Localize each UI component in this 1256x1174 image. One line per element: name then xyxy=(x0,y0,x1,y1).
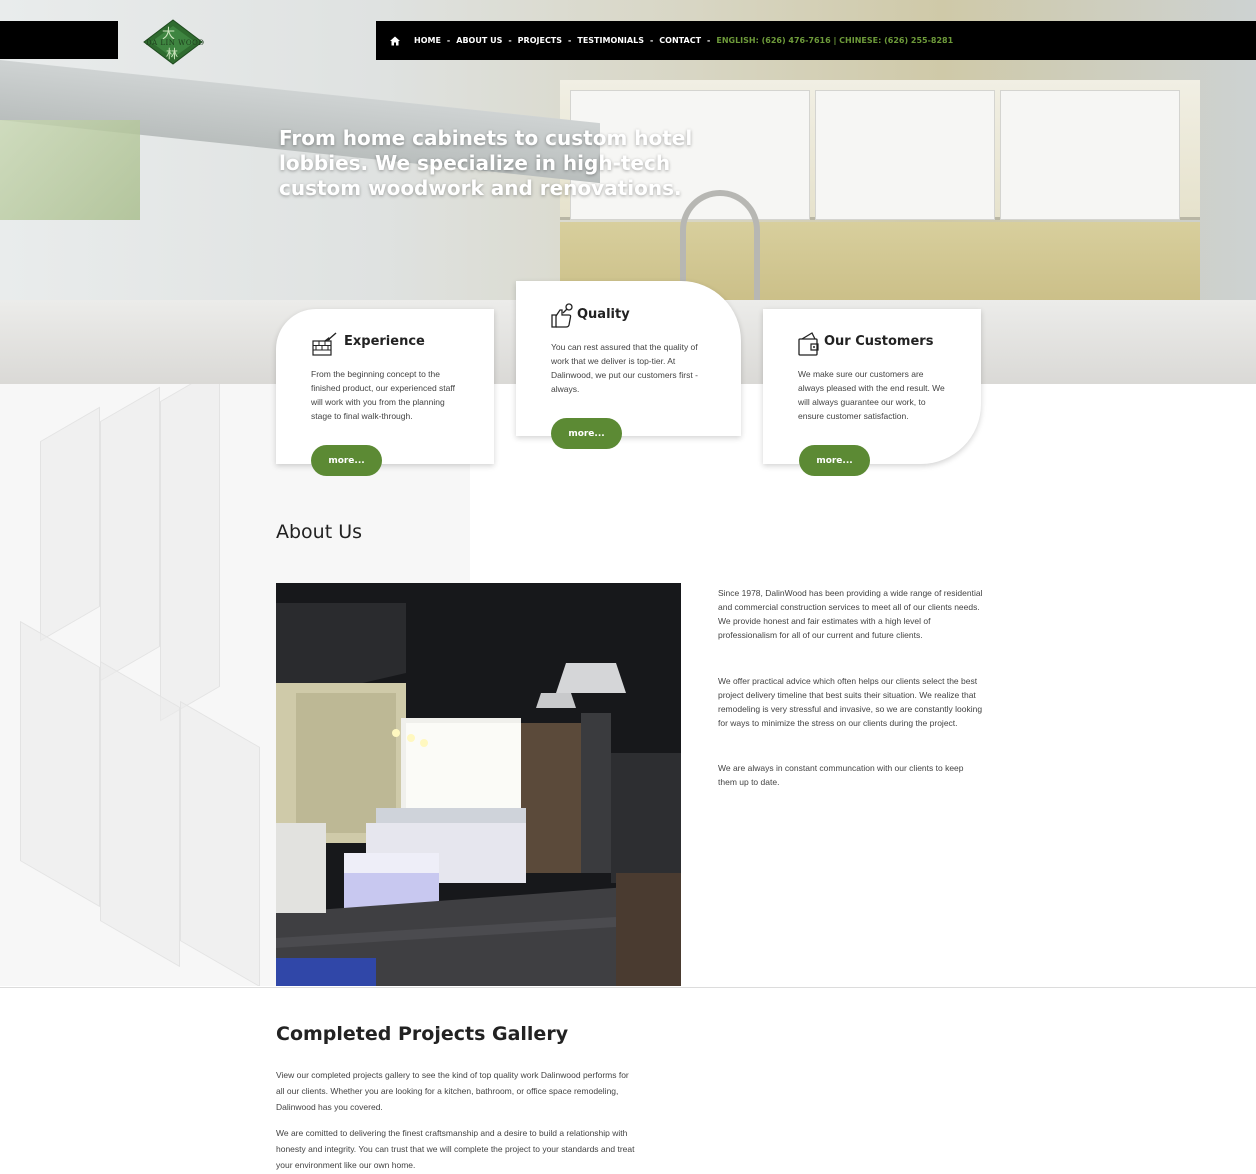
main-nav: HOME - ABOUT US - PROJECTS - TESTIMONIAL… xyxy=(376,21,1256,60)
svg-text:林: 林 xyxy=(166,47,178,61)
quality-card: Quality You can rest assured that the qu… xyxy=(516,281,741,436)
nav-separator: - xyxy=(446,36,451,45)
pattern-pane xyxy=(100,386,160,682)
pattern-pane xyxy=(20,620,100,908)
hero-window xyxy=(0,120,140,220)
card-body: From the beginning concept to the finish… xyxy=(311,369,455,421)
pattern-pane xyxy=(100,660,180,968)
topbar-left-block xyxy=(0,21,118,59)
card-title: Our Customers xyxy=(824,334,934,349)
nav-item-projects[interactable]: PROJECTS xyxy=(518,36,562,45)
about-paragraph: We are always in constant communcation w… xyxy=(718,763,964,787)
about-photo xyxy=(276,583,681,986)
hero-cabinet xyxy=(1000,90,1180,220)
gallery-paragraph: We are comitted to delivering the finest… xyxy=(276,1128,635,1170)
brick-wall-trowel-icon xyxy=(312,332,337,356)
nav-phone-numbers[interactable]: ENGLISH: (626) 476-7616 | CHINESE: (626)… xyxy=(716,36,953,45)
gallery-heading: Completed Projects Gallery xyxy=(276,1023,569,1045)
nav-separator: - xyxy=(707,36,711,45)
nav-item-testimonials[interactable]: TESTIMONIALS xyxy=(577,36,644,45)
pattern-pane xyxy=(180,700,260,986)
nav-item-about[interactable]: ABOUT US xyxy=(456,36,502,45)
card-body: We make sure our customers are always pl… xyxy=(798,369,945,421)
card-title: Experience xyxy=(344,334,425,349)
about-paragraph: We offer practical advice which often he… xyxy=(718,676,983,728)
customers-card: Our Customers We make sure our customers… xyxy=(763,309,981,464)
pattern-pane xyxy=(40,406,100,642)
card-title: Quality xyxy=(577,307,630,322)
nav-item-home[interactable]: HOME xyxy=(414,36,441,45)
experience-card: Experience From the beginning concept to… xyxy=(276,309,494,464)
nav-separator: - xyxy=(649,36,654,45)
wallet-icon xyxy=(798,332,819,356)
experience-more-button[interactable]: more... xyxy=(311,445,382,476)
about-heading: About Us xyxy=(276,521,363,543)
hero-headline: From home cabinets to custom hotel lobbi… xyxy=(279,126,693,200)
pattern-pane xyxy=(160,384,220,722)
nav-item-contact[interactable]: CONTACT xyxy=(659,36,701,45)
nav-separator: - xyxy=(508,36,512,45)
gallery-paragraph: View our completed projects gallery to s… xyxy=(276,1070,629,1112)
about-paragraph: Since 1978, DalinWood has been providing… xyxy=(718,588,983,640)
restaurant-interior-image xyxy=(276,583,681,986)
logo-text: DA LIN WOOD xyxy=(146,39,205,47)
home-icon[interactable] xyxy=(390,36,400,46)
card-body: You can rest assured that the quality of… xyxy=(551,342,698,394)
thumbs-up-wrench-icon xyxy=(551,303,573,328)
hero-cabinet xyxy=(815,90,995,220)
customers-more-button[interactable]: more... xyxy=(799,445,870,476)
section-divider xyxy=(0,987,1256,988)
quality-more-button[interactable]: more... xyxy=(551,418,622,449)
nav-separator: - xyxy=(568,36,572,45)
